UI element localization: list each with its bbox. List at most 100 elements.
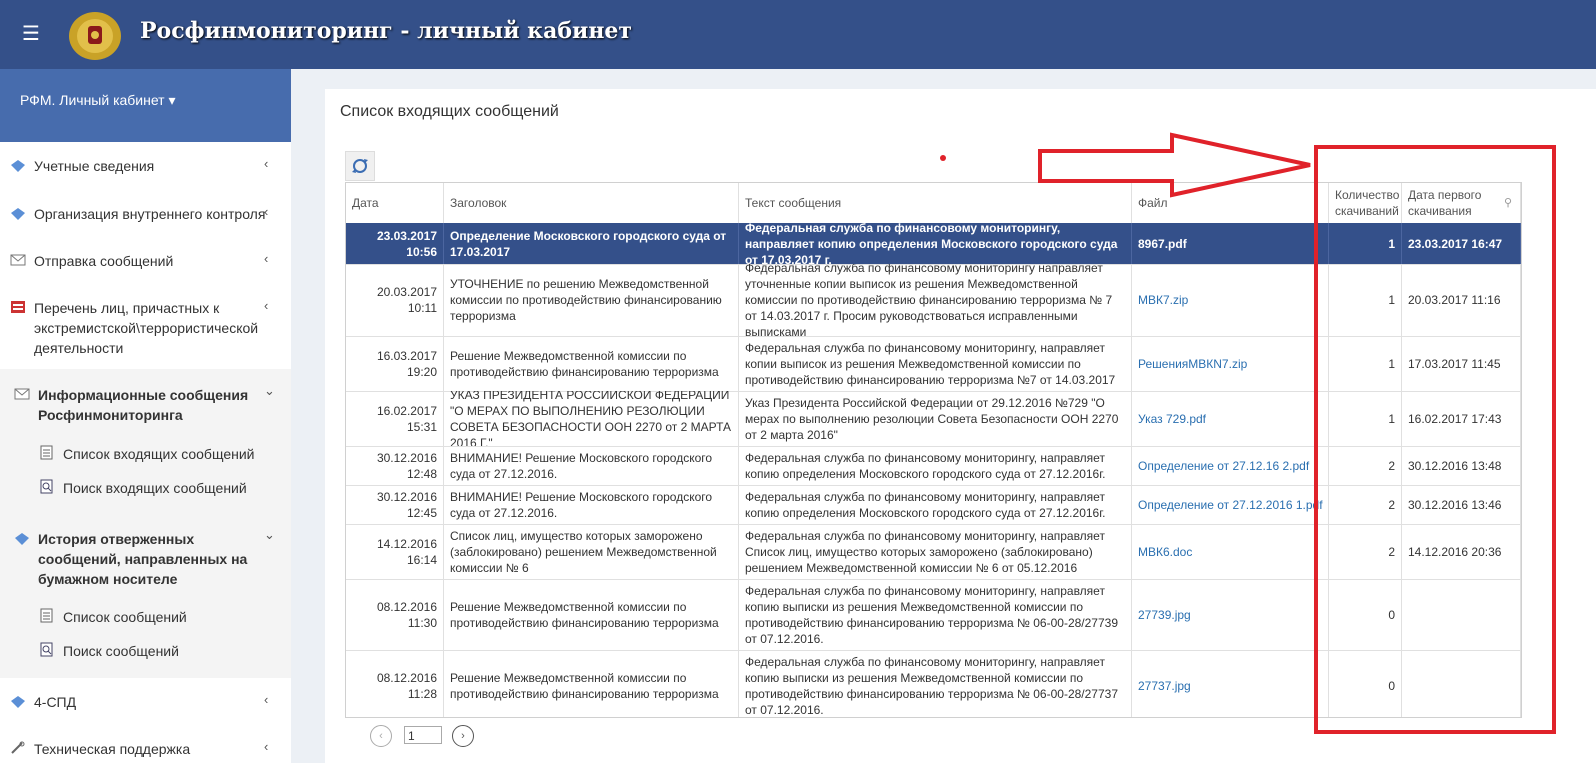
column-header[interactable]: Заголовок xyxy=(444,183,739,223)
chevron-down-icon: ⌄ xyxy=(264,527,275,542)
table-cell-text: Федеральная служба по финансовому монито… xyxy=(739,264,1132,336)
table-cell-text: Федеральная служба по финансовому монито… xyxy=(739,336,1132,391)
diamond-icon xyxy=(11,160,25,172)
table-cell-title: ВНИМАНИЕ! Решение Московского городского… xyxy=(444,485,739,524)
table-cell-file[interactable]: Указ 729.pdf xyxy=(1132,391,1329,446)
column-header[interactable]: Количество скачиваний xyxy=(1329,183,1402,223)
chevron-left-icon: ‹ xyxy=(264,298,269,313)
table-cell-file[interactable]: РешенияМВКN7.zip xyxy=(1132,336,1329,391)
prev-page-button[interactable]: ‹ xyxy=(370,725,392,747)
emblem-icon xyxy=(69,12,121,60)
sidebar-item-message-list[interactable]: Список сообщений xyxy=(0,608,291,632)
sidebar-item-message-search[interactable]: Поиск сообщений xyxy=(0,642,291,666)
column-header[interactable]: Текст сообщения xyxy=(739,183,1132,223)
sidebar-item-info-messages[interactable]: Информационные сообщения Росфинмониторин… xyxy=(0,369,291,431)
table-cell-file[interactable]: Определение от 27.12.16 2.pdf xyxy=(1132,446,1329,485)
cell-text: 30.12.2016 12:45 xyxy=(376,489,437,520)
sidebar-item-rejected-history[interactable]: История отверженных сообщений, направлен… xyxy=(0,515,291,597)
pin-icon[interactable]: ⚲ xyxy=(1504,195,1512,211)
cell-text: Федеральная служба по финансовому монито… xyxy=(745,654,1118,717)
file-link[interactable]: МВК6.doc xyxy=(1138,544,1192,560)
sidebar-item-incoming-search[interactable]: Поиск входящих сообщений xyxy=(0,479,291,503)
file-link[interactable]: РешенияМВКN7.zip xyxy=(1138,356,1247,372)
sidebar-item-incoming-list[interactable]: Список входящих сообщений xyxy=(0,445,291,469)
table-cell-file[interactable]: 27739.jpg xyxy=(1132,579,1329,650)
next-page-button[interactable]: › xyxy=(452,725,474,747)
table-cell-file[interactable]: МВК7.zip xyxy=(1132,264,1329,336)
search-doc-icon xyxy=(40,479,53,494)
table-cell-count: 0 xyxy=(1329,650,1402,717)
column-header-label: Дата xyxy=(352,196,379,210)
file-link[interactable]: 27739.jpg xyxy=(1138,607,1191,623)
table-row[interactable]: 30.12.2016 12:48 ВНИМАНИЕ! Решение Москов… xyxy=(346,446,1521,486)
sidebar-item-4spd[interactable]: 4-СПД ‹ xyxy=(0,678,291,725)
table-row[interactable]: 08.12.2016 11:28 Решение Межведомственной… xyxy=(346,650,1521,717)
table-cell-file[interactable]: 27737.jpg xyxy=(1132,650,1329,717)
chevron-left-icon: ‹ xyxy=(264,739,269,754)
cell-text: Федеральная служба по финансовому монито… xyxy=(745,340,1116,387)
cell-text: 20.03.2017 10:11 xyxy=(376,285,437,315)
document-icon xyxy=(40,608,53,623)
sidebar-item-extremist-list[interactable]: Перечень лиц, причастных к экстремистско… xyxy=(0,284,291,369)
file-link[interactable]: Определение от 27.12.16 2.pdf xyxy=(1138,458,1309,474)
table-cell-title: Список лиц, имущество которых заморожено… xyxy=(444,524,739,579)
table-cell-first: 14.12.2016 20:36 xyxy=(1402,524,1521,579)
file-link[interactable]: МВК7.zip xyxy=(1138,292,1188,308)
table-row[interactable]: 30.12.2016 12:45 ВНИМАНИЕ! Решение Москов… xyxy=(346,485,1521,525)
page-input[interactable]: 1 xyxy=(404,726,442,744)
cell-text: 30.12.2016 13:46 xyxy=(1408,497,1502,512)
cell-text: 0 xyxy=(1388,607,1395,622)
column-header-label: Заголовок xyxy=(450,196,507,210)
cell-text: ВНИМАНИЕ! Решение Московского городского… xyxy=(450,450,713,481)
column-header[interactable]: Дата первого скачивания ⚲ xyxy=(1402,183,1521,223)
table-cell-text: Указ Президента Российской Федерации от … xyxy=(739,391,1132,446)
menu-icon[interactable]: ☰ xyxy=(22,22,40,46)
column-header[interactable]: Дата xyxy=(346,183,444,223)
table-cell-title: ВНИМАНИЕ! Решение Московского городского… xyxy=(444,446,739,485)
file-link[interactable]: Указ 729.pdf xyxy=(1138,411,1206,427)
column-header-label: Количество скачиваний xyxy=(1335,188,1400,218)
messages-table: Дата Заголовок Текст сообщения Файл Количест… xyxy=(345,182,1522,718)
envelope-icon xyxy=(10,254,26,266)
cell-text: 16.02.2017 17:43 xyxy=(1408,411,1502,426)
cell-text: 30.12.2016 13:48 xyxy=(1408,458,1502,473)
file-link[interactable]: 27737.jpg xyxy=(1138,678,1191,694)
table-cell-date: 23.03.2017 10:56 xyxy=(346,223,444,264)
file-link[interactable]: Определение от 27.12.2016 1.pdf xyxy=(1138,497,1323,513)
annotation-dot xyxy=(940,155,946,161)
cell-text: Указ Президента Российской Федерации от … xyxy=(745,395,1119,442)
table-cell-first: 30.12.2016 13:48 xyxy=(1402,446,1521,485)
sidebar-item-send-messages[interactable]: Отправка сообщений ‹ xyxy=(0,237,291,284)
table-cell-file[interactable]: МВК6.doc xyxy=(1132,524,1329,579)
table-cell-count: 2 xyxy=(1329,446,1402,485)
table-row[interactable]: 08.12.2016 11:30 Решение Межведомственной… xyxy=(346,579,1521,651)
table-row[interactable]: 23.03.2017 10:56 Определение Московского … xyxy=(346,223,1521,265)
table-cell-file[interactable]: Определение от 27.12.2016 1.pdf xyxy=(1132,485,1329,524)
table-cell-date: 30.12.2016 12:45 xyxy=(346,485,444,524)
table-row[interactable]: 20.03.2017 10:11 УТОЧНЕНИЕ по решению Меж… xyxy=(346,264,1521,337)
sidebar-item-account-info[interactable]: Учетные сведения ‹ xyxy=(0,142,291,190)
table-cell-date: 16.02.2017 15:31 xyxy=(346,391,444,446)
document-icon xyxy=(40,445,53,460)
sidebar-item-internal-control[interactable]: Организация внутреннего контроля ‹ xyxy=(0,190,291,237)
file-link[interactable]: 8967.pdf xyxy=(1138,236,1187,252)
table-cell-file[interactable]: 8967.pdf xyxy=(1132,223,1329,264)
table-cell-first xyxy=(1402,650,1521,717)
table-row[interactable]: 16.02.2017 15:31 УКАЗ ПРЕЗИДЕНТА РОССИЙСК… xyxy=(346,391,1521,447)
sidebar-item-support[interactable]: Техническая поддержка ‹ xyxy=(0,725,291,763)
refresh-button[interactable] xyxy=(345,151,375,181)
cell-text: Федеральная служба по финансовому монито… xyxy=(745,583,1118,646)
column-header[interactable]: Файл xyxy=(1132,183,1329,223)
table-row[interactable]: 16.03.2017 19:20 Решение Межведомственной… xyxy=(346,336,1521,392)
table-cell-first xyxy=(1402,579,1521,650)
cell-text: Федеральная служба по финансовому монито… xyxy=(745,264,1113,336)
table-cell-text: Федеральная служба по финансовому монито… xyxy=(739,650,1132,717)
tools-icon xyxy=(11,741,25,754)
cell-text: УТОЧНЕНИЕ по решению Межведомственной ко… xyxy=(450,277,722,323)
table-row[interactable]: 14.12.2016 16:14 Список лиц, имущество ко… xyxy=(346,524,1521,580)
account-menu[interactable]: РФМ. Личный кабинет ▾ xyxy=(0,69,291,142)
cell-text: 16.03.2017 19:20 xyxy=(376,348,437,379)
table-cell-count: 1 xyxy=(1329,336,1402,391)
cell-text: Федеральная служба по финансовому монито… xyxy=(745,450,1106,481)
top-bar: ☰ Росфинмониторинг - личный кабинет xyxy=(0,0,1596,69)
